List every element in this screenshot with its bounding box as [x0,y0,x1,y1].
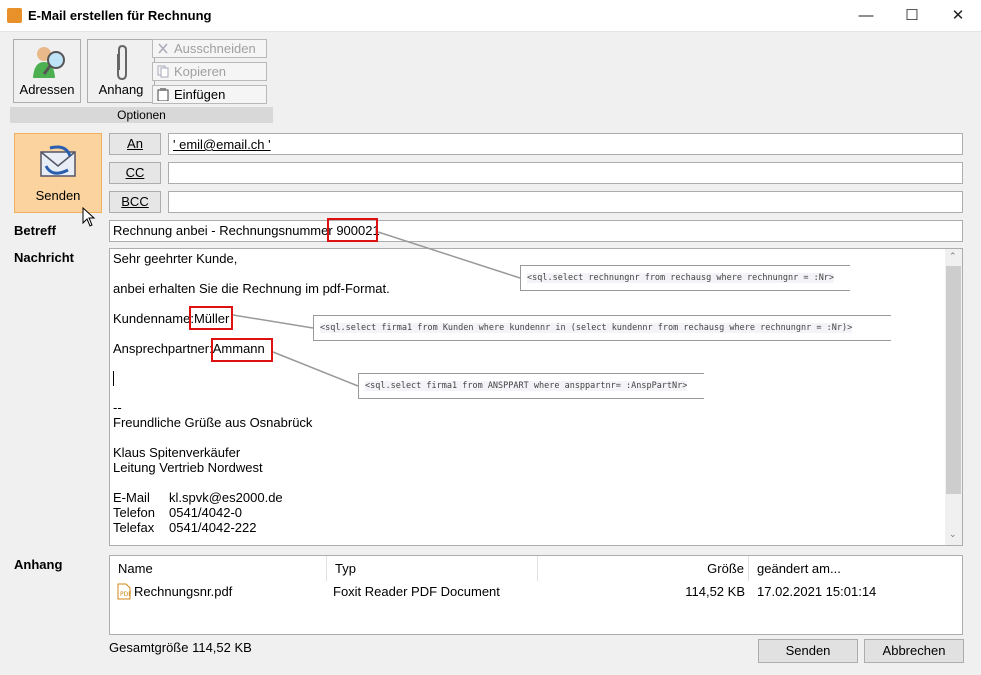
to-button[interactable]: An [109,133,161,155]
attachment-type: Foxit Reader PDF Document [333,584,500,599]
maximize-button[interactable]: ☐ [889,0,935,31]
message-label: Nachricht [14,250,74,265]
msg-intro: anbei erhalten Sie die Rechnung im pdf-F… [113,281,390,296]
bcc-field[interactable] [168,191,963,213]
highlight-box-customer [189,306,233,330]
window-title: E-Mail erstellen für Rechnung [28,8,212,23]
paste-icon [157,88,169,102]
copy-icon [157,65,169,78]
contact-label: Ansprechpartner: [113,341,213,356]
mouse-cursor-icon [82,207,96,227]
msg-fax-label: Telefax [113,520,155,535]
subject-field[interactable]: Rechnung anbei - Rechnungsnummer 900021 [109,220,963,242]
msg-email-value: kl.spvk@es2000.de [169,490,283,505]
scroll-down-icon[interactable]: ⌄ [949,529,957,540]
send-big-button[interactable]: Senden [14,133,102,213]
highlight-box-subject [327,218,378,242]
minimize-button[interactable]: — [843,0,889,31]
highlight-box-contact [211,338,273,362]
attachment-modified: 17.02.2021 15:01:14 [757,584,877,599]
subject-label: Betreff [14,223,56,238]
message-scrollbar[interactable]: ⌃ ⌄ [945,249,962,545]
copy-label: Kopieren [174,64,227,79]
msg-phone-label: Telefon [113,505,155,520]
customer-label: Kundenname: [113,311,194,326]
cc-field[interactable] [168,162,963,184]
pdf-file-icon: PDF [117,583,131,600]
addresses-icon [33,47,65,78]
attachment-size: 114,52 KB [685,584,745,599]
paperclip-icon [117,44,127,81]
scissors-icon [157,42,169,55]
cc-button[interactable]: CC [109,162,161,184]
options-group-label: Optionen [10,107,273,123]
app-icon [7,8,22,23]
paste-label: Einfügen [174,87,226,102]
scrollbar-thumb[interactable] [946,266,961,494]
msg-greeting: Sehr geehrter Kunde, [113,251,238,266]
msg-sig-greeting: Freundliche Grüße aus Osnabrück [113,415,313,430]
send-big-label: Senden [35,188,81,203]
send-mail-icon [40,145,76,177]
subject-text: Rechnung anbei - Rechnungsnummer [113,223,337,238]
msg-fax-value: 0541/4042-222 [169,520,257,535]
copy-button[interactable]: Kopieren [152,62,267,81]
addresses-button[interactable]: Adressen [13,39,81,103]
attachment-section-label: Anhang [14,557,63,572]
send-button[interactable]: Senden [758,639,858,663]
msg-sig-title: Leitung Vertrieb Nordwest [113,460,263,475]
sql-annotation-2: <sql.select firma1 from Kunden where kun… [313,315,891,341]
cut-label: Ausschneiden [174,41,256,56]
to-value: ' emil@email.ch ' [173,137,271,152]
cancel-button[interactable]: Abbrechen [864,639,964,663]
msg-email-label: E-Mail [113,490,150,505]
total-size: Gesamtgröße 114,52 KB [109,640,252,655]
attachment-button[interactable]: Anhang [87,39,155,103]
attachment-name: Rechnungsnr.pdf [134,584,233,599]
cut-button[interactable]: Ausschneiden [152,39,267,58]
msg-sig-name: Klaus Spitenverkäufer [113,445,241,460]
scroll-up-icon[interactable]: ⌃ [949,251,957,262]
msg-phone-value: 0541/4042-0 [169,505,243,520]
title-bar: E-Mail erstellen für Rechnung — ☐ ✕ [0,0,981,32]
attachment-table[interactable]: Name Typ Größe geändert am... PDF Rechnu… [109,555,963,635]
svg-text:PDF: PDF [120,591,131,598]
msg-sig-dash: -- [113,400,122,415]
col-header-name[interactable]: Name [110,556,327,581]
bcc-button[interactable]: BCC [109,191,161,213]
table-row[interactable]: PDF Rechnungsnr.pdf Foxit Reader PDF Doc… [110,581,962,603]
text-caret [113,371,114,386]
to-field[interactable]: ' emil@email.ch ' [168,133,963,155]
close-button[interactable]: ✕ [935,0,981,31]
sql-annotation-3: <sql.select firma1 from ANSPPART where a… [358,373,704,399]
col-header-modified[interactable]: geändert am... [749,556,962,581]
col-header-size[interactable]: Größe [538,556,749,581]
attachment-label: Anhang [98,82,144,97]
col-header-type[interactable]: Typ [327,556,538,581]
addresses-label: Adressen [19,82,75,97]
paste-button[interactable]: Einfügen [152,85,267,104]
sql-annotation-1: <sql.select rechnungnr from rechausg whe… [520,265,850,291]
